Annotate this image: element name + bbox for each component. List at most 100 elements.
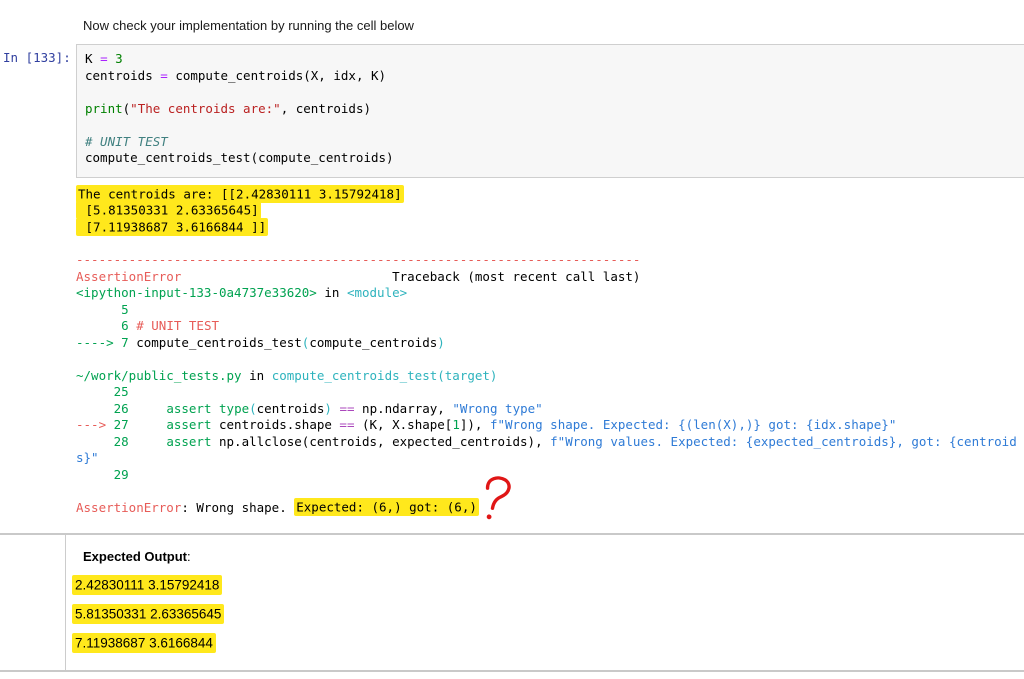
text-segment: ( — [249, 400, 257, 416]
expected-output-title-text: Expected Output — [83, 549, 188, 564]
text-segment: AssertionError — [76, 268, 182, 284]
text-line: 5 — [76, 302, 1017, 319]
text-segment: compute_centroids — [309, 334, 438, 350]
text-line: AssertionError Traceback (most recent ca… — [76, 269, 1017, 286]
text-line: ~/work/public_tests.py in compute_centro… — [76, 368, 1017, 385]
text-segment: print — [85, 100, 123, 116]
text-segment: ----> 7 — [76, 334, 137, 350]
text-segment: np.ndarray, — [354, 400, 453, 416]
text-segment — [108, 51, 116, 66]
text-segment — [136, 417, 166, 432]
text-segment: compute_centroids_test(target) — [271, 367, 498, 383]
text-line — [85, 84, 1017, 101]
text-segment: ----------------------------------------… — [76, 252, 641, 267]
text-segment: ) — [437, 334, 445, 350]
text-segment: ]), — [459, 417, 490, 432]
text-segment: <module> — [346, 285, 408, 300]
text-segment: K — [85, 51, 101, 66]
text-segment: , centroids) — [280, 100, 371, 116]
highlighted-text: [7.11938687 3.6166844 ]] — [76, 217, 269, 236]
text-segment: ---> — [76, 417, 114, 432]
text-segment: assert — [166, 417, 212, 432]
text-segment: s}" — [76, 450, 99, 465]
highlighted-text: The centroids are: [[2.42830111 3.157924… — [76, 184, 404, 203]
text-segment: (K, X.shape[ — [354, 417, 453, 432]
text-segment: # UNIT TEST — [136, 318, 220, 333]
text-line: compute_centroids_test(compute_centroids… — [85, 150, 1017, 167]
text-segment: centroids — [256, 400, 325, 416]
expected-output-title: Expected Output: — [83, 549, 191, 564]
expected-output-value: 5.81350331 2.63365645 — [72, 603, 225, 624]
text-line: 6 # UNIT TEST — [76, 318, 1017, 335]
text-line: 28 assert np.allclose(centroids, expecte… — [76, 434, 1017, 451]
text-line: ----> 7 compute_centroids_test(compute_c… — [76, 335, 1017, 352]
text-line: s}" — [76, 450, 1017, 467]
text-line: AssertionError: Wrong shape. Expected: (… — [76, 498, 1017, 516]
text-segment — [136, 401, 166, 416]
text-segment: 27 — [113, 417, 137, 432]
text-segment: ~/work/public_tests.py — [76, 367, 242, 383]
text-segment: compute_centroids(X, idx, K) — [167, 67, 387, 83]
text-segment — [211, 401, 219, 416]
text-line: [7.11938687 3.6166844 ]] — [76, 217, 1017, 236]
text-segment: centroids — [85, 67, 161, 83]
text-segment: == — [339, 400, 355, 416]
text-segment: 29 — [76, 466, 137, 482]
text-line: centroids = compute_centroids(X, idx, K) — [85, 68, 1017, 85]
text-line: # UNIT TEST — [85, 134, 1017, 151]
text-segment: : Wrong shape. — [181, 499, 295, 515]
text-segment: = — [160, 67, 168, 83]
text-segment: centroids.shape — [211, 417, 340, 432]
text-line: 29 — [76, 467, 1017, 484]
expected-output-value: 7.11938687 3.6166844 — [72, 632, 224, 653]
highlighted-text: Expected: (6,) got: (6,) — [294, 498, 479, 516]
text-segment — [136, 434, 166, 449]
text-segment: 6 — [76, 318, 137, 333]
text-segment: in — [241, 367, 272, 383]
highlighted-text: [5.81350331 2.63365645] — [76, 201, 261, 219]
notebook-page: Now check your implementation by running… — [0, 0, 1024, 679]
text-segment: type — [219, 400, 250, 416]
text-segment: 3 — [115, 51, 123, 66]
text-segment: 26 — [76, 400, 137, 416]
code-cell[interactable]: K = 3 centroids = compute_centroids(X, id… — [76, 44, 1024, 178]
text-line: 25 — [76, 384, 1017, 401]
text-line — [76, 483, 1017, 500]
code-editor[interactable]: K = 3 centroids = compute_centroids(X, id… — [77, 45, 1024, 173]
text-line: print("The centroids are:", centroids) — [85, 101, 1017, 118]
question-mark-annotation — [485, 476, 511, 520]
text-line — [85, 117, 1017, 134]
text-segment: # UNIT TEST — [85, 133, 168, 149]
divider — [65, 535, 66, 670]
text-segment: Traceback (most recent call last) — [181, 268, 641, 284]
expected-output-value: 2.42830111 3.15792418 — [72, 574, 224, 595]
stdout-output: The centroids are: [[2.42830111 3.157924… — [76, 184, 1017, 236]
text-segment: AssertionError — [76, 499, 182, 515]
text-segment: "The centroids are:" — [130, 100, 281, 116]
highlighted-text: 2.42830111 3.15792418 — [72, 574, 223, 595]
text-segment: 28 — [76, 433, 137, 449]
text-line: ---> 27 assert centroids.shape == (K, X.… — [76, 417, 1017, 434]
text-segment: f"Wrong shape. Expected: {(len(X),)} got… — [489, 417, 897, 432]
text-segment: compute_centroids_test(compute_centroids… — [85, 150, 394, 165]
expected-output-values: 2.42830111 3.15792418 5.81350331 2.633656… — [72, 574, 225, 664]
traceback-output: ----------------------------------------… — [76, 252, 1017, 516]
text-segment: <ipython-input-133-0a4737e33620> — [76, 285, 317, 300]
text-segment: 1 — [452, 417, 460, 432]
text-line: 26 assert type(centroids) == np.ndarray,… — [76, 401, 1017, 418]
highlighted-text: 7.11938687 3.6166844 — [72, 632, 216, 653]
cell-prompt: In [133]: — [3, 50, 71, 65]
expected-output-section: Expected Output: 2.42830111 3.15792418 5.… — [0, 533, 1024, 672]
text-line: ----------------------------------------… — [76, 252, 1017, 269]
text-segment: compute_centroids_test — [136, 334, 302, 350]
text-line: <ipython-input-133-0a4737e33620> in <mod… — [76, 285, 1017, 302]
markdown-text: Now check your implementation by running… — [83, 18, 414, 33]
expected-output-title-colon: : — [187, 549, 191, 564]
text-segment: "Wrong type" — [452, 400, 543, 416]
text-line — [76, 351, 1017, 368]
cell-output: The centroids are: [[2.42830111 3.157924… — [76, 184, 1017, 516]
text-line: [5.81350331 2.63365645] — [76, 201, 1017, 219]
text-segment: in — [316, 285, 347, 300]
text-segment: assert — [166, 433, 212, 449]
text-segment: ) — [324, 400, 332, 416]
